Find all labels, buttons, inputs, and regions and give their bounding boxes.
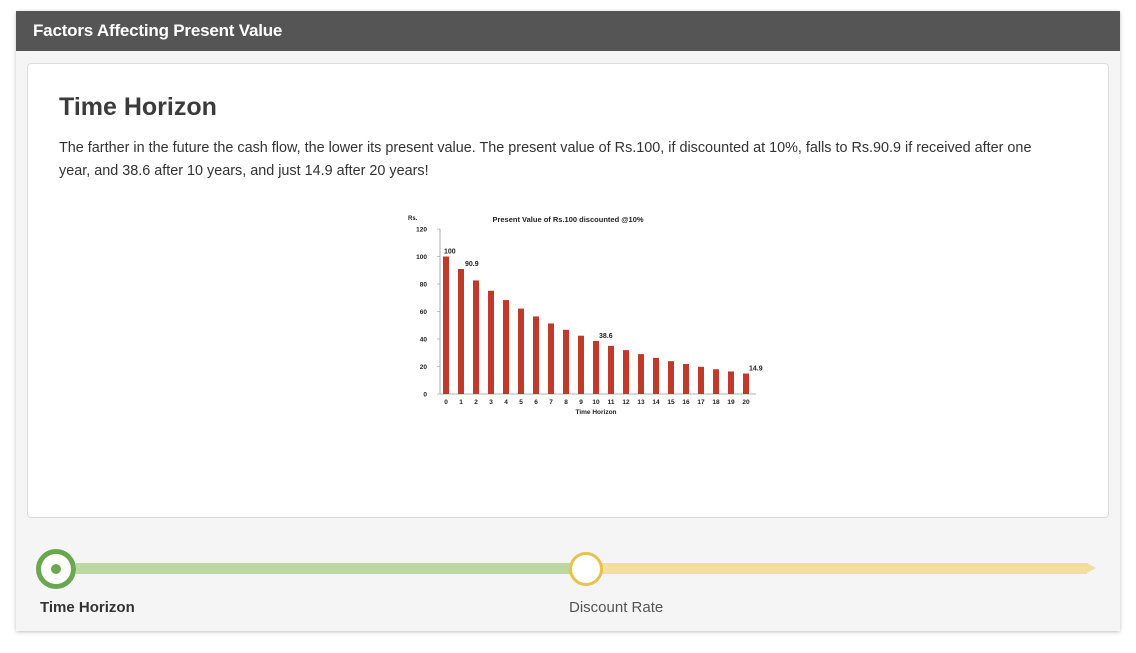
chart-bar [698,366,704,394]
chart-bar [473,280,479,394]
chart-data-label: 38.6 [599,333,613,340]
chart-x-tick-label: 15 [667,399,675,406]
chart-x-tick-label: 14 [652,399,660,406]
chart-x-tick-label: 10 [592,399,600,406]
chart-title: Present Value of Rs.100 discounted @10% [492,215,643,224]
chart-x-tick-label: 13 [637,399,645,406]
chart-bar [608,345,614,394]
chart-bar [713,369,719,394]
chart-bar [623,350,629,394]
chart-data-label: 100 [444,249,456,256]
chart-bar [578,335,584,394]
chart-x-tick-label: 20 [742,399,750,406]
chart-y-tick-label: 0 [423,392,427,399]
chart-x-tick-label: 2 [474,399,478,406]
chart-bar [458,269,464,394]
chart-x-tick-label: 1 [459,399,463,406]
step-timeline: Time Horizon Discount Rate [16,541,1120,631]
chart-x-axis-label: Time Horizon [575,409,616,416]
chart-x-tick-label: 12 [622,399,630,406]
chart-x-tick-label: 18 [712,399,720,406]
content-card: Time Horizon The farther in the future t… [27,63,1109,518]
chart-y-tick-label: 100 [416,254,427,261]
step-time-horizon-dot[interactable] [36,549,76,589]
chart-bar [668,361,674,394]
chart-x-tick-label: 5 [519,399,523,406]
timeline-track-completed [76,563,586,574]
timeline-track-pending [602,563,1087,574]
present-value-chart: Present Value of Rs.100 discounted @10% R… [388,212,768,457]
chart-bar [683,364,689,394]
chart-x-tick-label: 6 [534,399,538,406]
chart-x-tick-label: 7 [549,399,553,406]
present-value-window: Factors Affecting Present Value Time Hor… [16,11,1120,631]
chart-bar [518,308,524,394]
chart-x-tick-label: 11 [608,399,615,406]
card-title: Time Horizon [59,93,217,121]
step-active-inner-dot [51,564,61,574]
window-header: Factors Affecting Present Value [16,11,1120,51]
step-time-horizon-label[interactable]: Time Horizon [40,599,135,616]
chart-y-tick-label: 120 [416,227,427,234]
chart-bar [593,340,599,394]
chart-bar [443,256,449,394]
chart-svg: Present Value of Rs.100 discounted @10% R… [408,215,763,416]
chart-y-tick-label: 20 [420,364,428,371]
chart-bar [548,323,554,394]
timeline-arrow-icon [1087,563,1096,573]
chart-bar [743,373,749,394]
window-title: Factors Affecting Present Value [33,21,283,40]
chart-x-tick-label: 19 [727,399,735,406]
chart-x-tick-label: 3 [489,399,493,406]
chart-bar [533,316,539,394]
chart-x-tick-label: 9 [579,399,583,406]
step-discount-rate-label[interactable]: Discount Rate [569,599,663,616]
card-description: The farther in the future the cash flow,… [59,140,1032,179]
step-discount-rate-dot[interactable] [569,552,603,586]
chart-bar [503,300,509,394]
chart-bar [563,329,569,394]
chart-x-tick-label: 4 [504,399,508,406]
chart-x-tick-label: 8 [564,399,568,406]
chart-x-tick-label: 0 [444,399,448,406]
chart-data-label: 90.9 [465,261,479,268]
chart-x-tick-label: 17 [697,399,705,406]
chart-data-label: 14.9 [749,366,763,373]
chart-bar [488,290,494,394]
chart-y-tick-label: 80 [420,282,428,289]
chart-x-tick-label: 16 [682,399,690,406]
chart-y-tick-label: 40 [420,337,428,344]
chart-bar [638,354,644,394]
chart-bar [728,371,734,394]
chart-bar [653,357,659,394]
chart-y-tick-label: 60 [420,309,428,316]
chart-y-axis-label: Rs. [408,216,418,222]
